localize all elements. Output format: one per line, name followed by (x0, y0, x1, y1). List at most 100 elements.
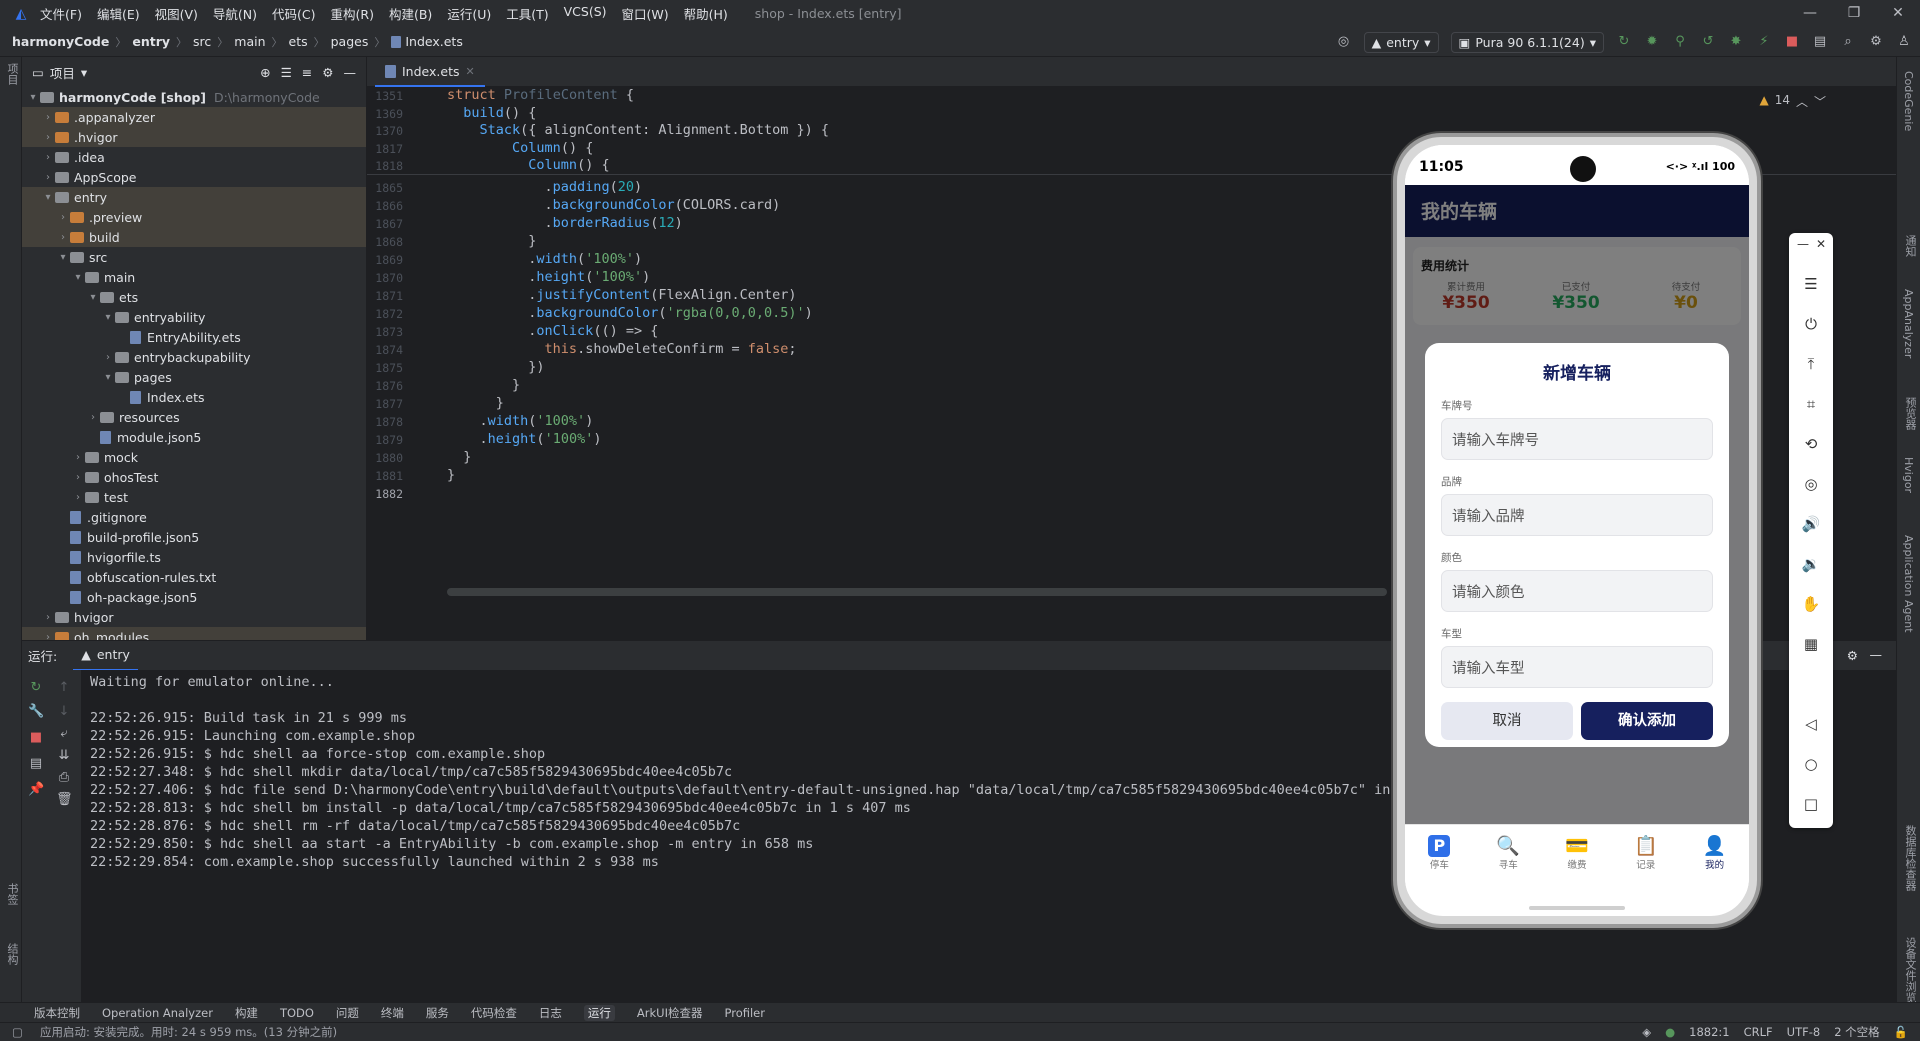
chevron-right-icon[interactable]: › (41, 152, 55, 163)
breadcrumb-item[interactable]: main (234, 34, 265, 49)
bottom-tool[interactable]: 运行 (583, 1004, 615, 1021)
tree-row[interactable]: › resources (22, 407, 366, 427)
right-tool-label[interactable]: AppAnalyzer (1902, 289, 1915, 358)
tree-row[interactable]: › .idea (22, 147, 366, 167)
back-icon[interactable]: ◁ (1789, 715, 1833, 733)
tree-row[interactable]: ▾ main (22, 267, 366, 287)
target-icon[interactable]: ◎ (1336, 34, 1352, 50)
location-icon[interactable]: ◎ (1789, 475, 1833, 493)
tree-row[interactable]: ▾ entryability (22, 307, 366, 327)
tree-row[interactable]: › AppScope (22, 167, 366, 187)
chevron-right-icon[interactable]: › (71, 472, 85, 483)
chevron-right-icon[interactable]: › (56, 232, 70, 243)
settings-icon[interactable]: ⚙ (322, 65, 333, 80)
menu-item[interactable]: 运行(U) (447, 4, 491, 23)
volume-up-icon[interactable]: 🔊 (1789, 515, 1833, 533)
tree-row[interactable]: ▾ harmonyCode [shop] D:\harmonyCode (22, 87, 366, 107)
menu-icon[interactable]: ☰ (1789, 275, 1833, 293)
close-icon[interactable]: ✕ (1799, 237, 1843, 251)
menu-item[interactable]: 构建(B) (389, 4, 432, 23)
chevron-right-icon[interactable]: › (56, 212, 70, 223)
run-tab-entry[interactable]: ▲ entry (73, 641, 138, 671)
chevron-down-icon[interactable]: ▾ (101, 372, 115, 383)
hot-reload-icon[interactable]: ⚡ (1756, 34, 1772, 50)
debug-icon[interactable]: ✹ (1644, 34, 1660, 50)
device-manager-icon[interactable]: ▤ (1812, 34, 1828, 50)
shake-icon[interactable]: ✋ (1789, 595, 1833, 613)
breadcrumb-item[interactable]: pages (331, 34, 369, 49)
tree-row[interactable]: › ohosTest (22, 467, 366, 487)
tab-parking[interactable]: P 停车 (1405, 825, 1474, 894)
rotate-icon[interactable]: ⟲ (1789, 435, 1833, 453)
breadcrumb-item[interactable]: entry (132, 34, 170, 49)
project-title[interactable]: 项目 (50, 63, 75, 82)
upload-icon[interactable]: ⤒ (1789, 355, 1833, 373)
file-encoding[interactable]: UTF-8 (1787, 1025, 1821, 1039)
menu-item[interactable]: 导航(N) (213, 4, 257, 23)
tree-row[interactable]: › .preview (22, 207, 366, 227)
right-tool-label[interactable]: Hvigor (1902, 457, 1915, 493)
bottom-tool[interactable]: 构建 (235, 1005, 258, 1021)
wrench-icon[interactable]: 🔧 (28, 704, 44, 720)
menu-item[interactable]: 代码(C) (272, 4, 315, 23)
right-tool-label[interactable]: CodeGenie (1902, 71, 1915, 131)
breadcrumb-item[interactable]: src (193, 34, 211, 49)
tab-records[interactable]: 📋 记录 (1611, 825, 1680, 894)
chevron-right-icon[interactable]: › (86, 412, 100, 423)
tree-row[interactable]: › test (22, 487, 366, 507)
inspection-widget[interactable]: ▲ 14 ︿ ﹀ (1759, 93, 1826, 110)
project-tool-label[interactable]: 项目 (4, 63, 20, 85)
right-tool-label[interactable]: 数据库检查器 (1902, 825, 1918, 891)
device-select[interactable]: ▣ Pura 90 6.1.1(24) ▾ (1450, 31, 1604, 53)
tree-row[interactable]: build-profile.json5 (22, 527, 366, 547)
chevron-down-icon[interactable]: ▾ (81, 65, 87, 80)
breadcrumb-item[interactable]: harmonyCode (12, 34, 109, 49)
cancel-button[interactable]: 取消 (1441, 702, 1573, 740)
bottom-tool[interactable]: Operation Analyzer (102, 1006, 213, 1020)
menu-item[interactable]: 编辑(E) (97, 4, 140, 23)
bottom-tool[interactable]: 问题 (336, 1005, 359, 1021)
collapse-all-icon[interactable]: ≡ (302, 65, 312, 80)
chevron-down-icon[interactable]: ﹀ (1814, 93, 1826, 110)
menu-item[interactable]: 文件(F) (40, 4, 82, 23)
menu-item[interactable]: 窗口(W) (622, 4, 669, 23)
stop-icon[interactable]: ■ (1784, 34, 1800, 50)
user-icon[interactable]: ♙ (1896, 34, 1912, 50)
tab-find-car[interactable]: 🔍 寻车 (1474, 825, 1543, 894)
tree-row[interactable]: ▾ entry (22, 187, 366, 207)
power-icon[interactable]: ⏻ (1789, 315, 1833, 333)
tree-row[interactable]: EntryAbility.ets (22, 327, 366, 347)
menu-item[interactable]: 重构(R) (331, 4, 374, 23)
chevron-right-icon[interactable]: › (41, 112, 55, 123)
rerun-icon[interactable]: ↻ (28, 680, 44, 696)
tree-row[interactable]: › oh_modules (22, 627, 366, 640)
tree-row[interactable]: .gitignore (22, 507, 366, 527)
right-tool-label[interactable]: 通知 (1902, 235, 1918, 257)
chevron-right-icon[interactable]: › (41, 632, 55, 641)
tree-row[interactable]: oh-package.json5 (22, 587, 366, 607)
search-icon[interactable]: ⌕ (1840, 34, 1856, 50)
hide-icon[interactable]: — (344, 65, 357, 80)
settings-icon[interactable]: ⚙ (1868, 34, 1884, 50)
tab-payment[interactable]: 💳 缴费 (1543, 825, 1612, 894)
close-icon[interactable]: ✕ (1876, 0, 1920, 27)
bottom-tool[interactable]: Profiler (725, 1006, 766, 1020)
tree-row[interactable]: › hvigor (22, 607, 366, 627)
chevron-up-icon[interactable]: ︿ (1796, 93, 1808, 110)
text-input[interactable]: 请输入品牌 (1441, 494, 1713, 536)
tree-row[interactable]: › .appanalyzer (22, 107, 366, 127)
chevron-down-icon[interactable]: ▾ (71, 272, 85, 283)
volume-down-icon[interactable]: 🔉 (1789, 555, 1833, 573)
menu-item[interactable]: 帮助(H) (684, 4, 728, 23)
tree-row[interactable]: › build (22, 227, 366, 247)
breadcrumb-item[interactable]: Index.ets (405, 34, 463, 49)
indent-setting[interactable]: 2 个空格 (1834, 1024, 1879, 1040)
close-tab-icon[interactable]: ✕ (466, 65, 475, 78)
confirm-add-button[interactable]: 确认添加 (1581, 702, 1713, 740)
tab-index-ets[interactable]: Index.ets ✕ (375, 57, 485, 87)
chevron-down-icon[interactable]: ▾ (86, 292, 100, 303)
bookmarks-tool-label[interactable]: 书签 (4, 883, 20, 905)
menu-item[interactable]: 工具(T) (506, 4, 548, 23)
pin-icon[interactable]: 📌 (28, 782, 44, 798)
scroll-end-icon[interactable]: ⇊ (56, 748, 72, 764)
